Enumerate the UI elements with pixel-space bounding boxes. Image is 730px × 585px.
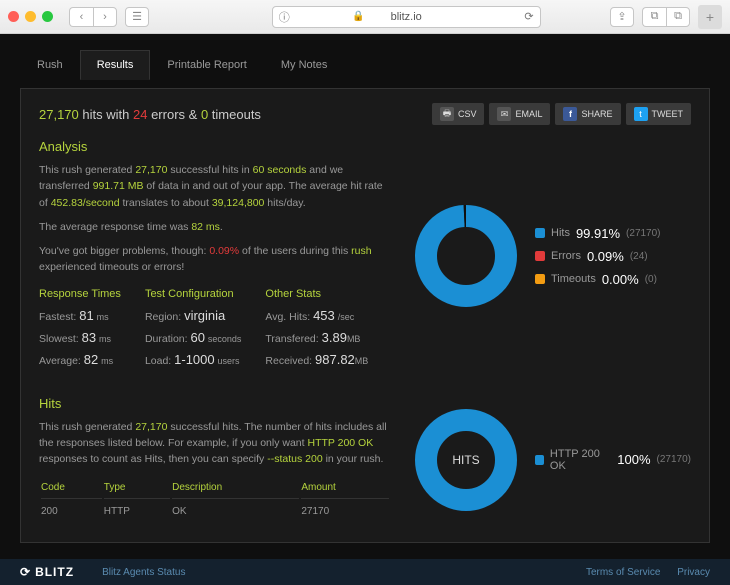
share-bar: 🖶CSV ✉EMAIL fSHARE tTWEET bbox=[432, 103, 691, 125]
tab-rush[interactable]: Rush bbox=[20, 50, 80, 80]
table-row: 200 HTTP OK 27170 bbox=[41, 501, 389, 522]
stat-duration: Duration: 60 seconds bbox=[145, 330, 241, 345]
new-tab-button[interactable]: + bbox=[698, 5, 722, 29]
th-type: Type bbox=[104, 477, 170, 499]
hits-p1: This rush generated 27,170 successful hi… bbox=[39, 419, 391, 468]
tabs-button-2[interactable]: ⧉ bbox=[666, 7, 690, 27]
reload-icon[interactable]: ⟳ bbox=[524, 10, 533, 23]
tab-results[interactable]: Results bbox=[80, 50, 151, 80]
table-header-row: Code Type Description Amount bbox=[41, 477, 389, 499]
hits-donut-label: HITS bbox=[411, 405, 521, 515]
results-legend: Hits 99.91% (27170) Errors 0.09% (24) Ti… bbox=[535, 226, 661, 287]
email-button[interactable]: ✉EMAIL bbox=[489, 103, 550, 125]
legend-http200: HTTP 200 OK 100% (27170) bbox=[535, 448, 691, 472]
legend-timeouts: Timeouts 0.00% (0) bbox=[535, 272, 661, 287]
stat-average: Average: 82 ms bbox=[39, 352, 121, 367]
close-icon[interactable] bbox=[8, 11, 19, 22]
hits-legend: HTTP 200 OK 100% (27170) bbox=[535, 448, 691, 472]
info-icon: ⓘ bbox=[279, 9, 290, 25]
url-text: blitz.io bbox=[391, 11, 422, 23]
hits-title: Hits bbox=[39, 396, 391, 411]
stat-load: Load: 1-1000 users bbox=[145, 352, 241, 367]
tos-link[interactable]: Terms of Service bbox=[586, 567, 660, 578]
rt-title: Response Times bbox=[39, 288, 121, 300]
os-title: Other Stats bbox=[265, 288, 368, 300]
analysis-p2: The average response time was 82 ms. bbox=[39, 219, 391, 235]
facebook-icon: f bbox=[563, 107, 577, 121]
nav-buttons: ‹ › bbox=[69, 7, 117, 27]
nav-tabs: Rush Results Printable Report My Notes bbox=[20, 50, 710, 80]
csv-button[interactable]: 🖶CSV bbox=[432, 103, 485, 125]
twitter-icon: t bbox=[634, 107, 648, 121]
hits-table: Code Type Description Amount 200 HTTP OK… bbox=[39, 475, 391, 524]
tab-printable[interactable]: Printable Report bbox=[150, 50, 264, 80]
maximize-icon[interactable] bbox=[42, 11, 53, 22]
back-button[interactable]: ‹ bbox=[69, 7, 93, 27]
stat-avghits: Avg. Hits: 453 /sec bbox=[265, 308, 368, 323]
browser-chrome: ‹ › ☰ ⓘ 🔒 blitz.io ⟳ ⇪ ⧉ ⧉ + bbox=[0, 0, 730, 34]
th-code: Code bbox=[41, 477, 102, 499]
agents-status-link[interactable]: Blitz Agents Status bbox=[102, 567, 185, 578]
th-amount: Amount bbox=[301, 477, 389, 499]
page-body: Rush Results Printable Report My Notes 2… bbox=[0, 34, 730, 585]
address-bar[interactable]: ⓘ 🔒 blitz.io ⟳ bbox=[272, 6, 541, 28]
tc-title: Test Configuration bbox=[145, 288, 241, 300]
stat-region: Region: virginia bbox=[145, 308, 241, 323]
brand-logo: BLITZ bbox=[20, 565, 74, 579]
sidebar-button[interactable]: ☰ bbox=[125, 7, 149, 27]
results-donut-chart bbox=[411, 201, 521, 311]
results-panel: 27,170 hits with 24 errors & 0 timeouts … bbox=[20, 88, 710, 543]
legend-hits: Hits 99.91% (27170) bbox=[535, 226, 661, 241]
summary-text: 27,170 hits with 24 errors & 0 timeouts bbox=[39, 107, 261, 122]
share-button[interactable]: ⇪ bbox=[610, 7, 634, 27]
print-icon: 🖶 bbox=[440, 107, 454, 121]
tabs-button[interactable]: ⧉ bbox=[642, 7, 666, 27]
mail-icon: ✉ bbox=[497, 107, 511, 121]
window-controls bbox=[8, 11, 53, 22]
stat-transfered: Transfered: 3.89MB bbox=[265, 330, 368, 345]
tweet-button[interactable]: tTWEET bbox=[626, 103, 692, 125]
hits-donut-chart: HITS bbox=[411, 405, 521, 515]
stats-grid: Response Times Fastest: 81 ms Slowest: 8… bbox=[39, 288, 391, 374]
analysis-p3: You've got bigger problems, though: 0.09… bbox=[39, 243, 391, 276]
stat-received: Received: 987.82MB bbox=[265, 352, 368, 367]
page-footer: BLITZ Blitz Agents Status Terms of Servi… bbox=[0, 559, 730, 585]
privacy-link[interactable]: Privacy bbox=[677, 567, 710, 578]
analysis-title: Analysis bbox=[39, 139, 391, 154]
tab-notes[interactable]: My Notes bbox=[264, 50, 344, 80]
lock-icon: 🔒 bbox=[352, 11, 364, 22]
forward-button[interactable]: › bbox=[93, 7, 117, 27]
analysis-p1: This rush generated 27,170 successful hi… bbox=[39, 162, 391, 211]
share-fb-button[interactable]: fSHARE bbox=[555, 103, 620, 125]
legend-errors: Errors 0.09% (24) bbox=[535, 249, 661, 264]
th-desc: Description bbox=[172, 477, 299, 499]
stat-slowest: Slowest: 83 ms bbox=[39, 330, 121, 345]
minimize-icon[interactable] bbox=[25, 11, 36, 22]
stat-fastest: Fastest: 81 ms bbox=[39, 308, 121, 323]
